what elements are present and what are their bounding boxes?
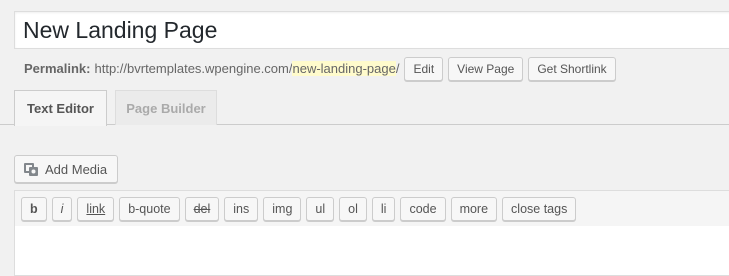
qt-ol-button[interactable]: ol — [339, 196, 367, 221]
add-media-button[interactable]: Add Media — [14, 155, 118, 183]
tabs-divider — [0, 124, 729, 125]
qt-img-button[interactable]: img — [263, 196, 302, 221]
qt-del-button[interactable]: del — [184, 196, 220, 221]
permalink-base-url[interactable]: http://bvrtemplates.wpengine.com/ — [94, 61, 292, 76]
permalink-slug[interactable]: new-landing-page — [292, 61, 396, 76]
permalink-trailing-slash: / — [395, 61, 400, 76]
qt-link-button[interactable]: link — [77, 196, 115, 221]
media-icon — [23, 161, 39, 177]
qt-close-tags-button[interactable]: close tags — [502, 196, 577, 221]
add-media-label: Add Media — [45, 161, 108, 177]
qt-bold-button[interactable]: b — [21, 196, 47, 221]
qt-code-button[interactable]: code — [400, 196, 446, 221]
edit-permalink-button[interactable]: Edit — [404, 56, 444, 81]
qt-blockquote-button[interactable]: b-quote — [119, 196, 180, 221]
qt-li-button[interactable]: li — [371, 196, 396, 221]
permalink-label: Permalink: — [24, 61, 91, 76]
content-textarea[interactable] — [14, 226, 729, 276]
title-input[interactable]: New Landing Page — [14, 11, 729, 49]
tab-text-editor[interactable]: Text Editor — [14, 90, 107, 126]
qt-more-button[interactable]: more — [450, 196, 498, 221]
quicktags-toolbar: b i link b-quote del ins img ul ol li co… — [14, 190, 729, 227]
qt-ul-button[interactable]: ul — [306, 196, 335, 221]
get-shortlink-button[interactable]: Get Shortlink — [528, 56, 616, 81]
qt-italic-button[interactable]: i — [51, 196, 73, 221]
permalink-row: Permalink: http://bvrtemplates.wpengine.… — [24, 56, 616, 81]
tab-page-builder[interactable]: Page Builder — [115, 90, 217, 125]
view-page-button[interactable]: View Page — [448, 56, 524, 81]
qt-ins-button[interactable]: ins — [224, 196, 259, 221]
